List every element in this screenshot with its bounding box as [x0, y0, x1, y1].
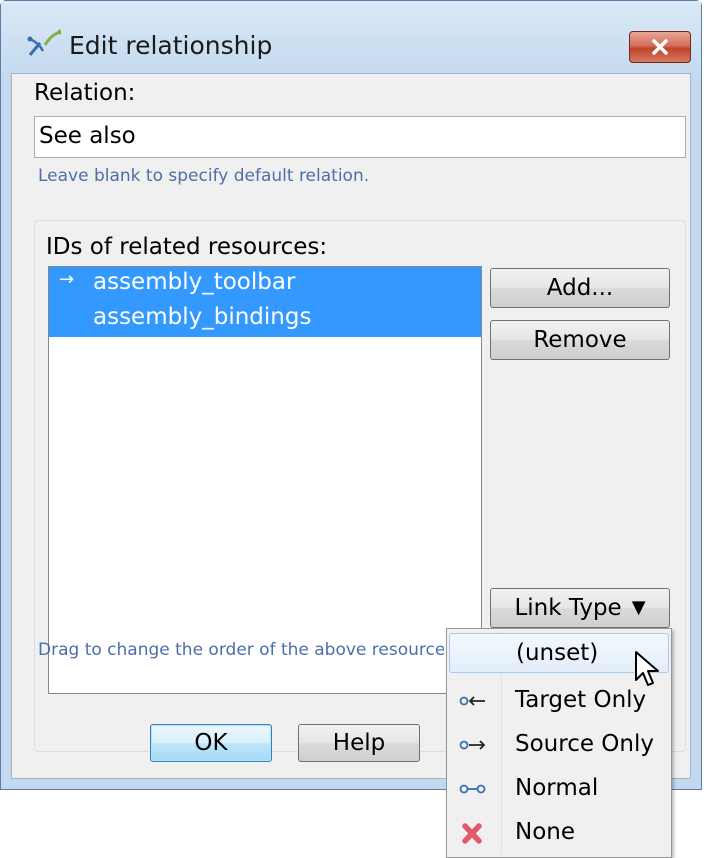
relation-hint: Leave blank to specify default relation.: [38, 166, 370, 186]
relation-label: Relation:: [34, 80, 136, 106]
drag-hint: Drag to change the order of the above re…: [38, 640, 444, 660]
menu-item-none[interactable]: None: [449, 813, 669, 853]
target-only-icon: [459, 691, 487, 711]
menu-item-label: (unset): [516, 640, 599, 666]
add-button[interactable]: Add...: [490, 268, 670, 308]
list-item-label: assembly_bindings: [93, 304, 312, 330]
title-bar[interactable]: Edit relationship: [1, 1, 701, 73]
resources-label: IDs of related resources:: [46, 234, 328, 260]
link-type-label: Link Type: [514, 595, 622, 621]
menu-item-label: Target Only: [515, 687, 647, 713]
resources-listbox[interactable]: → assembly_toolbar assembly_bindings: [48, 266, 482, 694]
link-type-button[interactable]: Link Type ▼: [490, 588, 670, 628]
menu-item-label: None: [515, 819, 576, 845]
list-item[interactable]: assembly_bindings: [49, 302, 481, 337]
remove-button[interactable]: Remove: [490, 320, 670, 360]
menu-item-label: Source Only: [515, 731, 654, 757]
relation-input[interactable]: See also: [34, 116, 686, 158]
source-only-icon: [459, 735, 487, 755]
list-item[interactable]: → assembly_toolbar: [49, 267, 481, 302]
help-button[interactable]: Help: [298, 724, 420, 762]
list-item-label: assembly_toolbar: [93, 269, 296, 295]
relationship-app-icon: [27, 29, 63, 59]
close-icon: [652, 39, 668, 55]
normal-link-icon: [459, 779, 487, 799]
mouse-cursor-icon: [635, 651, 659, 686]
ok-button[interactable]: OK: [150, 724, 272, 762]
menu-item-source-only[interactable]: Source Only: [449, 725, 669, 765]
close-button[interactable]: [629, 31, 691, 63]
menu-item-normal[interactable]: Normal: [449, 769, 669, 809]
window-title: Edit relationship: [69, 31, 273, 60]
menu-item-label: Normal: [515, 775, 599, 801]
arrow-icon: →: [59, 269, 75, 290]
dropdown-arrow-icon: ▼: [631, 597, 646, 618]
red-x-icon: [459, 823, 487, 844]
